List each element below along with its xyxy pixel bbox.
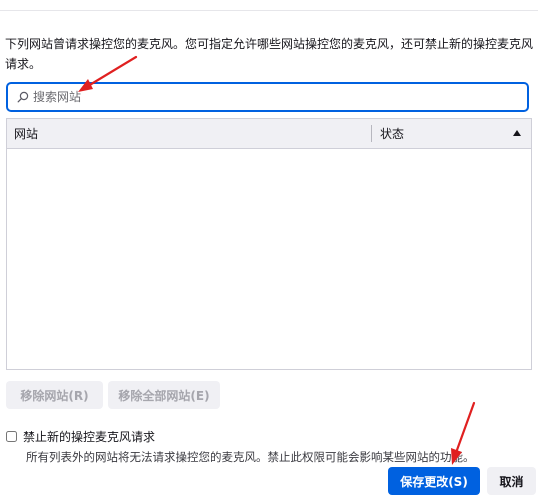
remove-site-button[interactable]: 移除网站(R) [6, 381, 103, 409]
search-box[interactable] [6, 82, 529, 112]
cancel-button[interactable]: 取消 [487, 467, 536, 495]
dialog-description: 下列网站曾请求操控您的麦克风。您可指定允许哪些网站操控您的麦克风，还可禁止新的操… [5, 37, 534, 71]
microphone-permissions-dialog: 下列网站曾请求操控您的麦克风。您可指定允许哪些网站操控您的麦克风，还可禁止新的操… [0, 0, 542, 501]
block-new-requests-row[interactable]: 禁止新的操控麦克风请求 [6, 428, 155, 444]
column-header-status[interactable]: 状态 [380, 125, 530, 143]
column-header-site[interactable]: 网站 [14, 125, 38, 142]
search-input[interactable] [33, 86, 527, 108]
block-new-requests-label: 禁止新的操控麦克风请求 [23, 429, 156, 444]
sites-table: 网站 状态 [6, 118, 532, 370]
top-divider [0, 10, 538, 11]
block-new-requests-checkbox[interactable] [6, 430, 17, 442]
column-divider [371, 125, 372, 142]
column-header-status-label: 状态 [380, 127, 405, 141]
save-changes-button[interactable]: 保存更改(S) [388, 467, 480, 495]
remove-all-sites-button[interactable]: 移除全部网站(E) [108, 381, 220, 409]
search-icon [17, 91, 29, 103]
table-header: 网站 状态 [7, 119, 531, 149]
block-new-requests-hint: 所有列表外的网站将无法请求操控您的麦克风。禁止此权限可能会影响某些网站的功能。 [26, 450, 475, 464]
sort-ascending-icon [513, 130, 521, 136]
